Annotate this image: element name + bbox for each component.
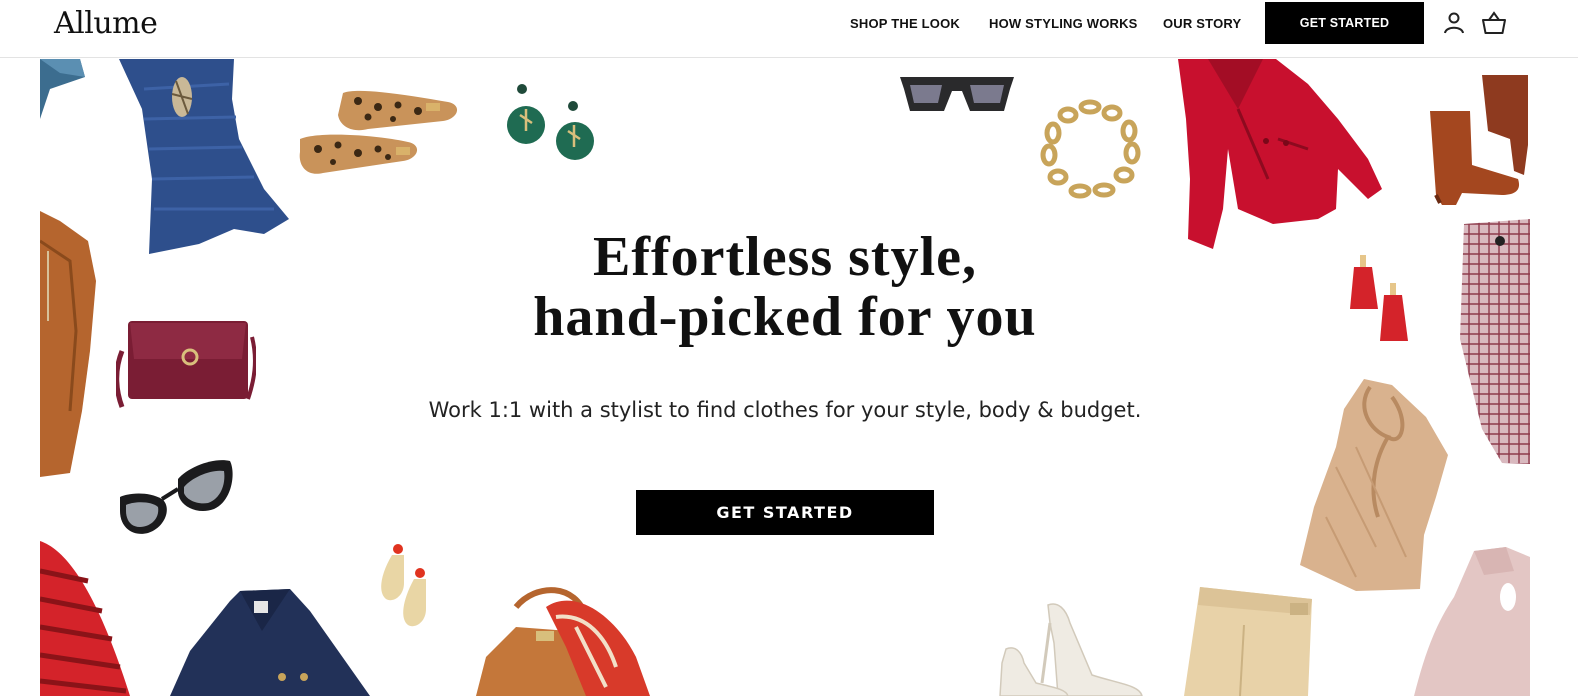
white-pumps-image: [999, 603, 1143, 696]
denim-piece-image: [40, 59, 85, 119]
hero-section: Effortless style, hand-picked for you Wo…: [40, 59, 1530, 696]
nav-how-styling-works[interactable]: HOW STYLING WORKS: [989, 16, 1138, 31]
pink-keyhole-sweater-image: [1414, 547, 1530, 696]
rust-ankle-boots-image: [1430, 75, 1528, 205]
nav-shop-the-look[interactable]: SHOP THE LOOK: [850, 16, 960, 31]
header-get-started-button[interactable]: GET STARTED: [1265, 2, 1424, 44]
hero-get-started-button[interactable]: GET STARTED: [636, 490, 934, 535]
cat-eye-sunglasses-image: [120, 460, 233, 534]
site-header: Allume SHOP THE LOOK HOW STYLING WORKS O…: [0, 0, 1578, 58]
tan-tote-with-scarf-image: [476, 587, 650, 696]
brand-logo[interactable]: Allume: [54, 6, 158, 41]
navy-blazer-image: [170, 589, 370, 696]
tortoise-sunglasses-image: [900, 77, 1014, 111]
hero-title: Effortless style, hand-picked for you: [40, 227, 1530, 347]
hero-title-line-1: Effortless style,: [592, 226, 977, 288]
gold-chain-necklace-image: [1040, 99, 1141, 199]
beige-trousers-image: [1184, 587, 1312, 696]
gold-drop-earrings-image: [381, 544, 426, 627]
hero-title-line-2: hand-picked for you: [533, 286, 1037, 348]
account-icon[interactable]: [1441, 10, 1467, 36]
red-blazer-image: [1178, 59, 1382, 249]
basket-icon[interactable]: [1481, 10, 1507, 36]
nav-our-story[interactable]: OUR STORY: [1163, 16, 1241, 31]
green-drop-earrings-image: [507, 84, 594, 160]
red-striped-top-image: [40, 541, 130, 696]
leopard-flats-image: [299, 90, 458, 174]
hero-subtitle: Work 1:1 with a stylist to find clothes …: [428, 398, 1142, 422]
